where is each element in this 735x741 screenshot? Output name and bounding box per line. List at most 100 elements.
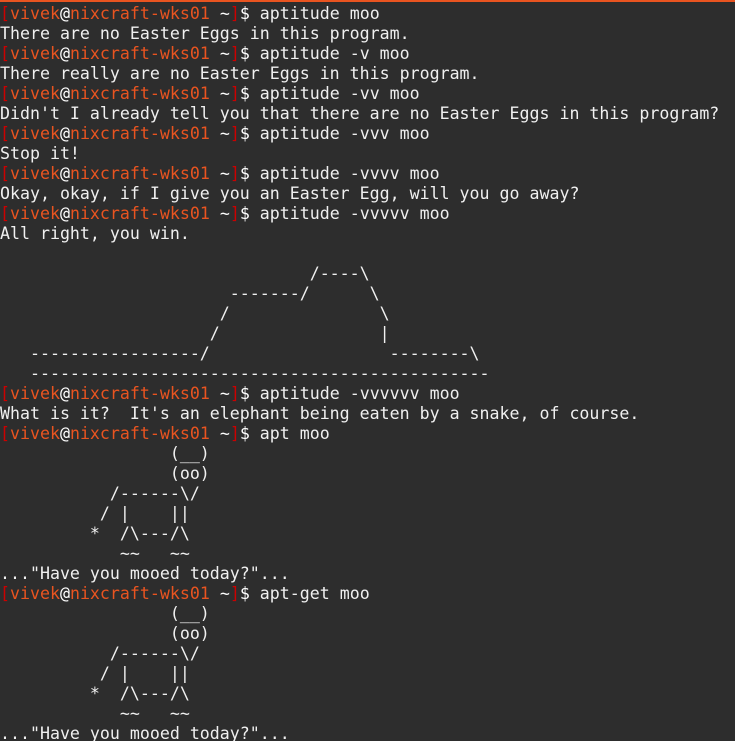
bracket-close: ] <box>229 44 240 63</box>
output-line: * /\---/\ <box>0 524 190 543</box>
prompt-host: nixcraft-wks01 <box>69 124 210 143</box>
prompt-host: nixcraft-wks01 <box>69 84 210 103</box>
command-text: apt-get moo <box>259 584 370 603</box>
prompt-line: [vivek@nixcraft-wks01 ~]$ aptitude -vvvv… <box>0 384 719 404</box>
bracket-open: [ <box>0 424 10 443</box>
bracket-close: ] <box>229 84 240 103</box>
prompt-user: vivek <box>10 424 60 443</box>
terminal-window[interactable]: [vivek@nixcraft-wks01 ~]$ aptitude moo Th… <box>0 0 735 741</box>
bracket-open: [ <box>0 204 10 223</box>
bracket-close: ] <box>229 4 240 23</box>
bracket-close: ] <box>229 384 240 403</box>
bracket-open: [ <box>0 4 10 23</box>
bracket-close: ] <box>229 164 240 183</box>
prompt-user: vivek <box>10 84 60 103</box>
prompt-user: vivek <box>10 4 60 23</box>
prompt-cwd: ~ <box>209 124 230 143</box>
prompt-at: @ <box>59 384 70 403</box>
command-text: apt moo <box>259 424 330 443</box>
command-text: aptitude -vvvv moo <box>259 164 440 183</box>
output-line: (__) <box>0 604 210 623</box>
bracket-close: ] <box>229 424 240 443</box>
prompt-user: vivek <box>10 584 60 603</box>
bracket-close: ] <box>229 204 240 223</box>
prompt-symbol: $ <box>239 204 260 223</box>
output-line: There are no Easter Eggs in this program… <box>0 24 410 43</box>
prompt-host: nixcraft-wks01 <box>69 164 210 183</box>
prompt-line: [vivek@nixcraft-wks01 ~]$ aptitude moo <box>0 4 719 24</box>
output-line: ~~ ~~ <box>0 544 190 563</box>
command-text: aptitude -vvvvv moo <box>259 204 450 223</box>
output-line: /------\/ <box>0 484 200 503</box>
command-text: aptitude -v moo <box>259 44 410 63</box>
output-line: / | || <box>0 504 190 523</box>
prompt-at: @ <box>59 584 70 603</box>
prompt-line: [vivek@nixcraft-wks01 ~]$ aptitude -v mo… <box>0 44 719 64</box>
output-line: What is it? It's an elephant being eaten… <box>0 404 640 423</box>
bracket-open: [ <box>0 164 10 183</box>
prompt-at: @ <box>59 424 70 443</box>
prompt-user: vivek <box>10 204 60 223</box>
prompt-user: vivek <box>10 124 60 143</box>
prompt-cwd: ~ <box>209 584 230 603</box>
output-line: Stop it! <box>0 144 80 163</box>
terminal-output[interactable]: [vivek@nixcraft-wks01 ~]$ aptitude moo Th… <box>0 4 719 741</box>
output-line: Didn't I already tell you that there are… <box>0 104 720 123</box>
prompt-host: nixcraft-wks01 <box>69 44 210 63</box>
prompt-line: [vivek@nixcraft-wks01 ~]$ aptitude -vvvv… <box>0 164 719 184</box>
prompt-user: vivek <box>10 384 60 403</box>
output-line: Okay, okay, if I give you an Easter Egg,… <box>0 184 580 203</box>
prompt-line: [vivek@nixcraft-wks01 ~]$ apt moo <box>0 424 719 444</box>
prompt-symbol: $ <box>239 84 260 103</box>
prompt-cwd: ~ <box>209 424 230 443</box>
prompt-host: nixcraft-wks01 <box>69 4 210 23</box>
output-line: / | <box>0 324 390 343</box>
output-line: ..."Have you mooed today?"... <box>0 724 290 741</box>
prompt-user: vivek <box>10 164 60 183</box>
output-line: /----\ <box>0 264 370 283</box>
output-line: (oo) <box>0 464 210 483</box>
prompt-host: nixcraft-wks01 <box>69 584 210 603</box>
output-line: / | || <box>0 664 190 683</box>
command-text: aptitude -vv moo <box>259 84 420 103</box>
prompt-cwd: ~ <box>209 4 230 23</box>
prompt-cwd: ~ <box>209 204 230 223</box>
prompt-line: [vivek@nixcraft-wks01 ~]$ aptitude -vvv … <box>0 124 719 144</box>
prompt-line: [vivek@nixcraft-wks01 ~]$ aptitude -vvvv… <box>0 204 719 224</box>
prompt-host: nixcraft-wks01 <box>69 424 210 443</box>
output-line: (oo) <box>0 624 210 643</box>
prompt-host: nixcraft-wks01 <box>69 204 210 223</box>
bracket-close: ] <box>229 124 240 143</box>
prompt-symbol: $ <box>239 584 260 603</box>
prompt-line: [vivek@nixcraft-wks01 ~]$ aptitude -vv m… <box>0 84 719 104</box>
prompt-at: @ <box>59 4 70 23</box>
output-line: * /\---/\ <box>0 684 190 703</box>
prompt-host: nixcraft-wks01 <box>69 384 210 403</box>
prompt-cwd: ~ <box>209 384 230 403</box>
bracket-open: [ <box>0 584 10 603</box>
prompt-at: @ <box>59 124 70 143</box>
prompt-symbol: $ <box>239 164 260 183</box>
prompt-at: @ <box>59 164 70 183</box>
command-text: aptitude -vvv moo <box>259 124 430 143</box>
output-line: (__) <box>0 444 210 463</box>
prompt-user: vivek <box>10 44 60 63</box>
command-text: aptitude moo <box>259 4 380 23</box>
prompt-at: @ <box>59 84 70 103</box>
prompt-cwd: ~ <box>209 84 230 103</box>
output-line: /------\/ <box>0 644 200 663</box>
bracket-open: [ <box>0 44 10 63</box>
bracket-open: [ <box>0 124 10 143</box>
bracket-open: [ <box>0 384 10 403</box>
output-line: -------/ \ <box>0 284 380 303</box>
prompt-at: @ <box>59 44 70 63</box>
output-line: ----------------------------------------… <box>0 364 490 383</box>
output-line: ..."Have you mooed today?"... <box>0 564 290 583</box>
bracket-close: ] <box>229 584 240 603</box>
prompt-cwd: ~ <box>209 44 230 63</box>
prompt-cwd: ~ <box>209 164 230 183</box>
output-line: There really are no Easter Eggs in this … <box>0 64 480 83</box>
output-line: / \ <box>0 304 390 323</box>
output-line: ~~ ~~ <box>0 704 190 723</box>
